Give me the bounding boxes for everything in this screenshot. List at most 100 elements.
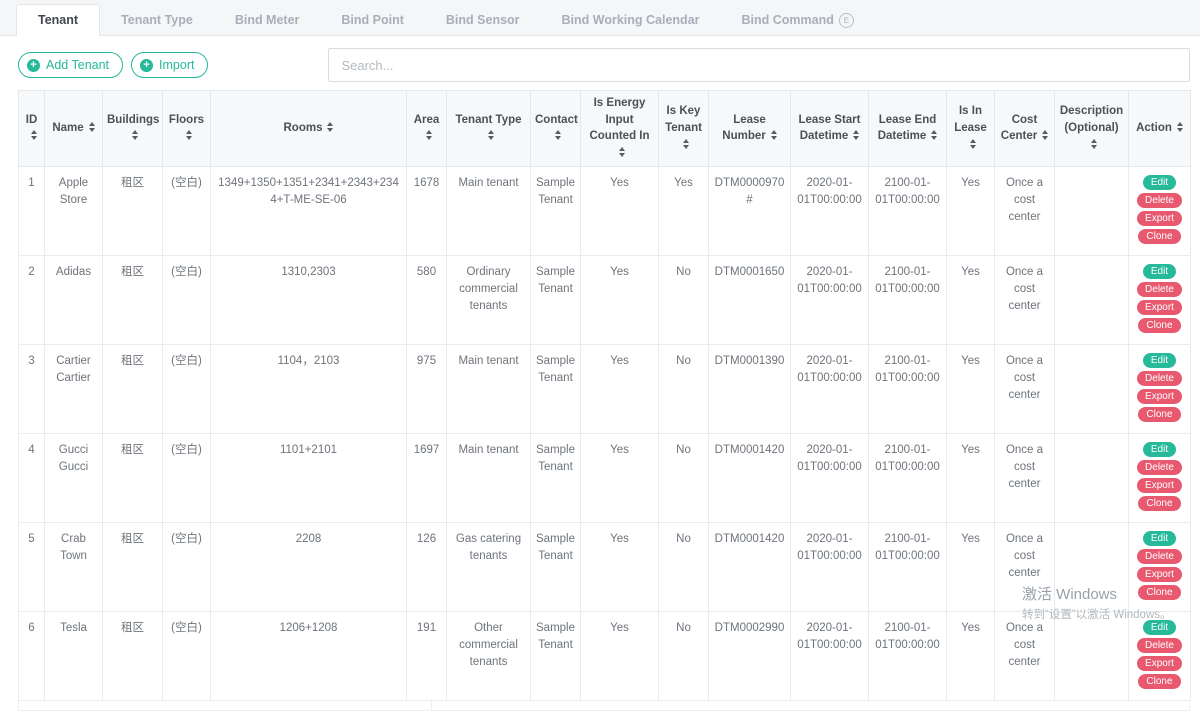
column-label: Name xyxy=(52,122,83,134)
cell-lease_number: DTM0002990 xyxy=(709,611,791,700)
export-button[interactable]: Export xyxy=(1137,389,1182,404)
export-button[interactable]: Export xyxy=(1137,211,1182,226)
clone-button[interactable]: Clone xyxy=(1138,407,1180,422)
tab-bind-command[interactable]: Bind CommandE xyxy=(721,5,875,35)
column-header-floors[interactable]: Floors xyxy=(163,91,211,167)
delete-button[interactable]: Delete xyxy=(1137,193,1182,208)
export-button[interactable]: Export xyxy=(1137,300,1182,315)
cell-action: Edit Delete Export Clone xyxy=(1129,255,1191,344)
edit-button[interactable]: Edit xyxy=(1143,442,1176,457)
clone-button[interactable]: Clone xyxy=(1138,318,1180,333)
sort-icon[interactable] xyxy=(132,130,138,140)
cell-is_key_tenant: No xyxy=(659,611,709,700)
cell-lease_start_datetime: 2020-01-01T00:00:00 xyxy=(791,344,869,433)
column-header-is_energy_input_counted_in[interactable]: Is Energy Input Counted In xyxy=(581,91,659,167)
column-header-lease_start_datetime[interactable]: Lease Start Datetime xyxy=(791,91,869,167)
column-header-rooms[interactable]: Rooms xyxy=(211,91,407,167)
cell-cost_center: Once a cost center xyxy=(995,433,1055,522)
tab-bind-point[interactable]: Bind Point xyxy=(320,5,425,35)
tab-bind-working-calendar[interactable]: Bind Working Calendar xyxy=(541,5,721,35)
sort-icon[interactable] xyxy=(853,130,859,140)
export-button[interactable]: Export xyxy=(1137,656,1182,671)
column-header-name[interactable]: Name xyxy=(45,91,103,167)
delete-button[interactable]: Delete xyxy=(1137,371,1182,386)
sort-icon[interactable] xyxy=(186,130,192,140)
sort-icon[interactable] xyxy=(327,122,333,132)
table-row: 3Cartier Cartier租区(空白)1104，2103975Main t… xyxy=(19,344,1191,433)
sort-icon[interactable] xyxy=(771,130,777,140)
cell-is_energy_input_counted_in: Yes xyxy=(581,522,659,611)
cell-area: 1678 xyxy=(407,166,447,255)
sort-icon[interactable] xyxy=(488,130,494,140)
clone-button[interactable]: Clone xyxy=(1138,674,1180,689)
tab-bind-meter[interactable]: Bind Meter xyxy=(214,5,321,35)
search-input[interactable] xyxy=(328,48,1190,82)
sort-icon[interactable] xyxy=(1177,122,1183,132)
column-header-description[interactable]: Description (Optional) xyxy=(1055,91,1129,167)
sort-icon[interactable] xyxy=(931,130,937,140)
tab-bind-sensor[interactable]: Bind Sensor xyxy=(425,5,541,35)
cell-contact: Sample Tenant xyxy=(531,433,581,522)
column-header-cost_center[interactable]: Cost Center xyxy=(995,91,1055,167)
cell-floors: (空白) xyxy=(163,611,211,700)
clone-button[interactable]: Clone xyxy=(1138,496,1180,511)
column-header-is_in_lease[interactable]: Is In Lease xyxy=(947,91,995,167)
column-header-buildings[interactable]: Buildings xyxy=(103,91,163,167)
column-label: Is Energy Input Counted In xyxy=(589,97,649,142)
column-label: Is Key Tenant xyxy=(665,105,702,134)
add-tenant-button[interactable]: + Add Tenant xyxy=(18,52,123,78)
sort-icon[interactable] xyxy=(555,130,561,140)
sort-icon[interactable] xyxy=(89,122,95,132)
clone-button[interactable]: Clone xyxy=(1138,585,1180,600)
column-header-contact[interactable]: Contact xyxy=(531,91,581,167)
cell-id: 1 xyxy=(19,166,45,255)
edit-button[interactable]: Edit xyxy=(1143,353,1176,368)
tab-label: Bind Point xyxy=(341,13,404,27)
column-label: Action xyxy=(1136,122,1172,134)
cell-area: 975 xyxy=(407,344,447,433)
tab-tenant-type[interactable]: Tenant Type xyxy=(100,5,214,35)
cell-is_key_tenant: No xyxy=(659,522,709,611)
delete-button[interactable]: Delete xyxy=(1137,638,1182,653)
column-header-is_key_tenant[interactable]: Is Key Tenant xyxy=(659,91,709,167)
column-header-area[interactable]: Area xyxy=(407,91,447,167)
delete-button[interactable]: Delete xyxy=(1137,460,1182,475)
sort-icon[interactable] xyxy=(426,130,432,140)
delete-button[interactable]: Delete xyxy=(1137,549,1182,564)
export-button[interactable]: Export xyxy=(1137,567,1182,582)
cell-buildings: 租区 xyxy=(103,522,163,611)
sort-icon[interactable] xyxy=(683,139,689,149)
sort-icon[interactable] xyxy=(1091,139,1097,149)
cell-cost_center: Once a cost center xyxy=(995,166,1055,255)
column-header-action[interactable]: Action xyxy=(1129,91,1191,167)
column-header-lease_number[interactable]: Lease Number xyxy=(709,91,791,167)
sort-icon[interactable] xyxy=(1042,130,1048,140)
cell-lease_start_datetime: 2020-01-01T00:00:00 xyxy=(791,611,869,700)
sort-icon[interactable] xyxy=(31,130,37,140)
cell-description xyxy=(1055,433,1129,522)
tab-tenant[interactable]: Tenant xyxy=(16,4,100,36)
column-label: ID xyxy=(26,114,38,126)
sort-icon[interactable] xyxy=(970,139,976,149)
cell-name: Cartier Cartier xyxy=(45,344,103,433)
delete-button[interactable]: Delete xyxy=(1137,282,1182,297)
edit-button[interactable]: Edit xyxy=(1143,175,1176,190)
clone-button[interactable]: Clone xyxy=(1138,229,1180,244)
export-button[interactable]: Export xyxy=(1137,478,1182,493)
column-header-tenant_type[interactable]: Tenant Type xyxy=(447,91,531,167)
cell-cost_center: Once a cost center xyxy=(995,611,1055,700)
column-header-lease_end_datetime[interactable]: Lease End Datetime xyxy=(869,91,947,167)
column-label: Contact xyxy=(535,114,578,126)
column-label: Rooms xyxy=(284,122,323,134)
cell-contact: Sample Tenant xyxy=(531,522,581,611)
edit-button[interactable]: Edit xyxy=(1143,264,1176,279)
sort-icon[interactable] xyxy=(619,147,625,157)
cell-buildings: 租区 xyxy=(103,344,163,433)
edit-button[interactable]: Edit xyxy=(1143,531,1176,546)
cell-floors: (空白) xyxy=(163,344,211,433)
column-label: Buildings xyxy=(107,114,159,126)
column-header-id[interactable]: ID xyxy=(19,91,45,167)
import-button[interactable]: + Import xyxy=(131,52,208,78)
column-label: Floors xyxy=(169,114,204,126)
column-label: Lease End Datetime xyxy=(878,114,937,143)
